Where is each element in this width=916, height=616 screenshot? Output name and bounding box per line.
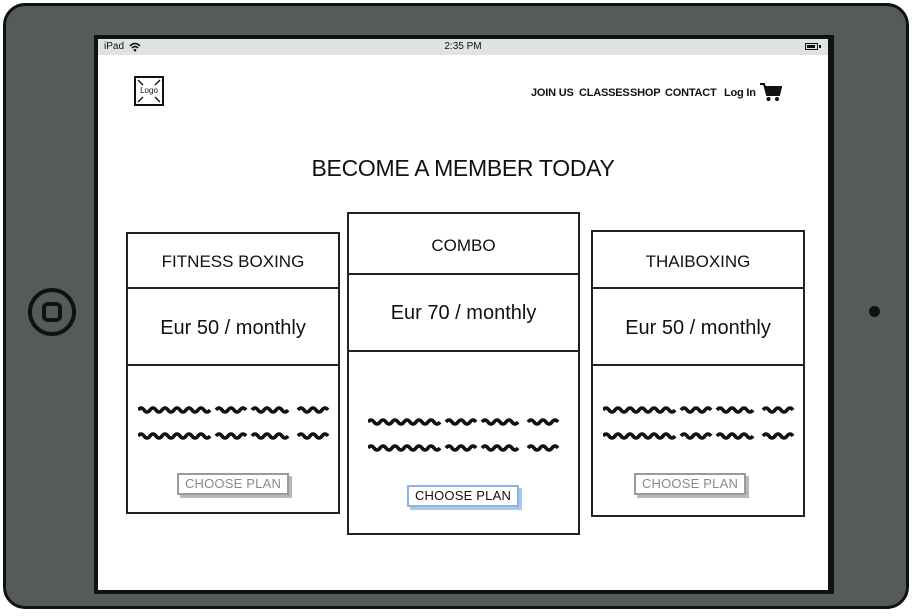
placeholder-text-scribble [138,406,330,440]
logo[interactable]: Logo [134,76,164,106]
plan-name: THAIBOXING [645,252,751,271]
card-divider [347,350,580,352]
status-bar: iPad 2:35 PM [98,39,828,55]
nav-contact[interactable]: CONTACT [665,87,717,99]
ipad-device-frame: iPad 2:35 PM Logo JOIN US CLASSES SHOP C… [3,3,909,609]
battery-tip [819,45,821,48]
card-divider [347,273,580,275]
plan-name: FITNESS BOXING [161,252,305,271]
placeholder-text-scribble [603,406,795,440]
screen-content: iPad 2:35 PM Logo JOIN US CLASSES SHOP C… [98,39,828,590]
plan-price: Eur 50 / monthly [160,317,306,339]
choose-plan-button[interactable]: CHOOSE PLAN [634,473,746,495]
nav-classes[interactable]: CLASSES [579,87,630,99]
choose-plan-button[interactable]: CHOOSE PLAN [177,473,289,495]
choose-plan-button[interactable]: CHOOSE PLAN [407,485,519,507]
nav-shop[interactable]: SHOP [630,87,661,99]
card-divider [126,364,340,366]
plan-name: COMBO [431,236,496,255]
login-link[interactable]: Log In [724,87,756,99]
plan-price: Eur 70 / monthly [390,302,537,324]
placeholder-text-scribble [368,418,560,452]
plan-card-fitness-boxing: FITNESS BOXING Eur 50 / monthly CHOOSE P… [126,232,340,514]
page-title: BECOME A MEMBER TODAY [311,155,615,181]
card-divider [591,364,805,366]
status-time: 2:35 PM [444,41,482,52]
camera-dot [869,306,880,317]
plan-card-combo: COMBO Eur 70 / monthly CHOOSE PLAN [347,212,580,535]
home-button[interactable] [28,288,76,336]
plan-price: Eur 50 / monthly [625,317,771,339]
card-divider [591,287,805,289]
device-screen: iPad 2:35 PM Logo JOIN US CLASSES SHOP C… [94,35,834,594]
plan-card-thaiboxing: THAIBOXING Eur 50 / monthly CHOOSE PLAN [591,230,805,517]
battery-icon [805,43,818,50]
shopping-cart-icon[interactable] [760,81,782,103]
card-divider [126,287,340,289]
home-button-icon [42,302,62,322]
nav-join-us[interactable]: JOIN US [531,87,574,99]
logo-label: Logo [140,86,158,95]
